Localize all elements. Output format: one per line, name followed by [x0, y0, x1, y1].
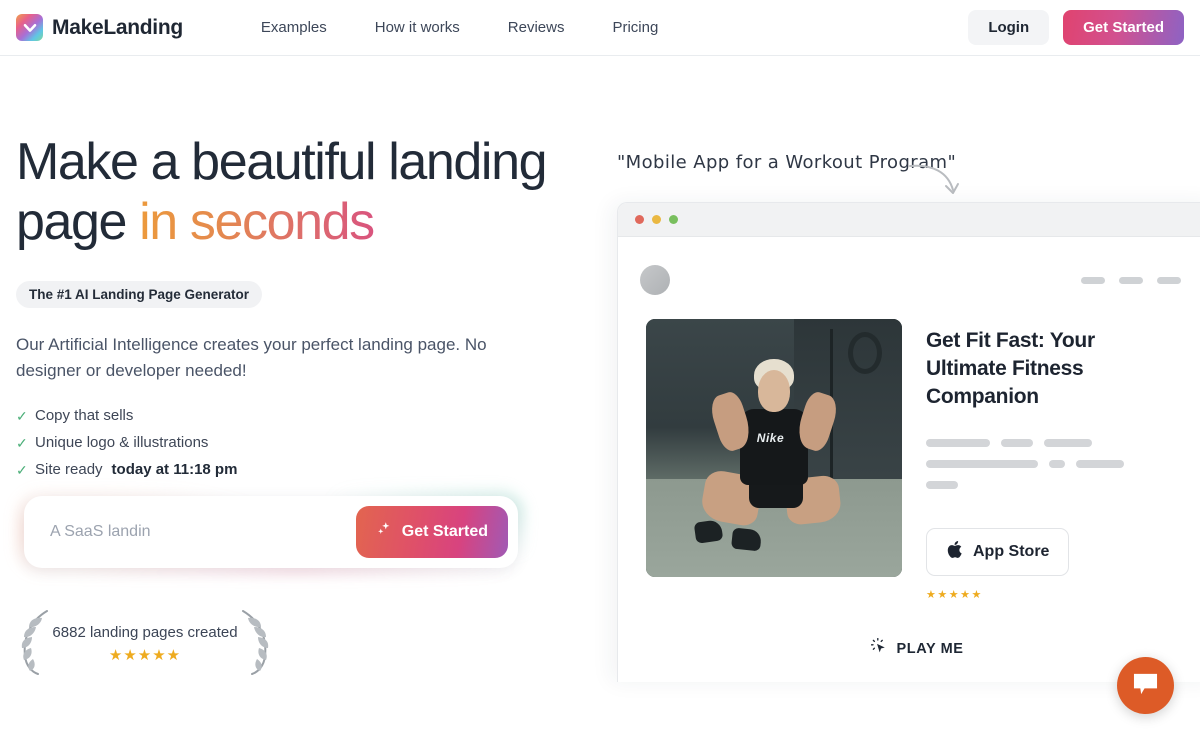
- social-proof-text: 6882 landing pages created ★★★★★: [52, 624, 238, 664]
- skeleton-bar: [926, 460, 1038, 469]
- brand-logo-link[interactable]: MakeLanding: [16, 14, 183, 41]
- login-button[interactable]: Login: [968, 10, 1050, 45]
- chevron-down-logo-icon: [16, 14, 43, 41]
- list-item: ✓ Unique logo & illustrations: [16, 429, 576, 456]
- laurel-left-icon: [16, 608, 52, 681]
- hero-left-column: Make a beautiful landing page in seconds…: [16, 132, 576, 483]
- mockup-titlebar: [618, 203, 1200, 237]
- prompt-form: Get Started: [16, 488, 526, 576]
- sparkles-icon: [376, 521, 393, 543]
- minimize-dot[interactable]: [652, 215, 661, 224]
- status-badge: The #1 AI Landing Page Generator: [16, 280, 263, 308]
- feature-check-list: ✓ Copy that sells ✓ Unique logo & illust…: [16, 402, 576, 483]
- skeleton-bar: [926, 481, 958, 490]
- header-get-started-button[interactable]: Get Started: [1063, 10, 1184, 45]
- chat-bubble-icon: [1132, 672, 1159, 700]
- site-header: MakeLanding Examples How it works Review…: [0, 0, 1200, 56]
- play-me-label: PLAY ME: [896, 640, 964, 657]
- app-rating-stars: ★★★★★: [926, 589, 983, 602]
- click-cursor-icon: [871, 637, 888, 659]
- nav-item-pricing[interactable]: Pricing: [612, 19, 658, 36]
- nav-item-how-it-works[interactable]: How it works: [375, 19, 460, 36]
- list-item-label: Site ready: [35, 461, 103, 479]
- mockup-copy-column: Get Fit Fast: Your Ultimate Fitness Comp…: [926, 319, 1176, 601]
- app-store-button[interactable]: App Store: [926, 528, 1070, 577]
- close-dot[interactable]: [635, 215, 644, 224]
- primary-nav: Examples How it works Reviews Pricing: [261, 19, 658, 36]
- mockup-nav: [618, 251, 1200, 309]
- photo-shoe-right: [731, 527, 763, 552]
- landing-page: MakeLanding Examples How it works Review…: [0, 0, 1200, 737]
- list-item: ✓ Site ready today at 11:18 pm: [16, 456, 576, 483]
- photo-torso: [739, 408, 809, 485]
- rating-stars: ★★★★★: [108, 647, 182, 664]
- nav-item-examples[interactable]: Examples: [261, 19, 327, 36]
- nav-item-reviews[interactable]: Reviews: [508, 19, 565, 36]
- photo-gym-ring: [848, 331, 883, 374]
- browser-mockup: Nike Get Fit Fast: Your Ultimate Fitness…: [617, 202, 1200, 682]
- list-item-label: Copy that sells: [35, 407, 134, 425]
- social-proof: 6882 landing pages created ★★★★★: [16, 608, 276, 680]
- chat-widget-button[interactable]: [1117, 657, 1174, 714]
- check-icon: ✓: [16, 461, 28, 478]
- skeleton-row: [926, 481, 1176, 490]
- skeleton-row: [926, 439, 1176, 448]
- maximize-dot[interactable]: [669, 215, 678, 224]
- laurel-right-icon: [238, 608, 274, 681]
- skeleton-bar: [926, 439, 990, 448]
- play-me-button[interactable]: PLAY ME: [618, 637, 1200, 659]
- mockup-nav-placeholders: [1081, 276, 1181, 284]
- skeleton-row: [926, 460, 1176, 469]
- mockup-headline: Get Fit Fast: Your Ultimate Fitness Comp…: [926, 329, 1095, 409]
- search-input[interactable]: [50, 523, 370, 541]
- apple-icon: [946, 540, 963, 564]
- header-actions: Login Get Started: [968, 10, 1184, 45]
- mockup-skeleton-text: [926, 439, 1176, 490]
- headline-accent: in seconds: [139, 193, 375, 252]
- logo-placeholder-circle: [640, 265, 670, 295]
- mockup-hero: Nike Get Fit Fast: Your Ultimate Fitness…: [618, 309, 1200, 601]
- skeleton-bar: [1044, 439, 1092, 448]
- prompt-input-card: Get Started: [24, 496, 518, 568]
- skeleton-bar: [1076, 460, 1124, 469]
- nav-placeholder-pill: [1119, 276, 1143, 284]
- hero-cta-label: Get Started: [401, 523, 488, 540]
- hero-description: Our Artificial Intelligence creates your…: [16, 334, 487, 380]
- photo-head: [758, 370, 790, 413]
- nav-placeholder-pill: [1157, 276, 1181, 284]
- curved-arrow-icon: [908, 160, 962, 205]
- nav-placeholder-pill: [1081, 276, 1105, 284]
- fitness-photo: Nike: [646, 319, 902, 577]
- brand-name: MakeLanding: [52, 15, 183, 39]
- handwritten-annotation: "Mobile App for a Workout Program": [617, 152, 957, 173]
- hero-get-started-button[interactable]: Get Started: [355, 506, 508, 558]
- page-title: Make a beautiful landing page in seconds: [16, 132, 576, 253]
- landing-pages-count: 6882 landing pages created: [52, 624, 238, 641]
- app-store-label: App Store: [973, 543, 1050, 561]
- list-item-label: Unique logo & illustrations: [35, 434, 209, 452]
- photo-shoe-left: [694, 519, 724, 544]
- skeleton-bar: [1001, 439, 1033, 448]
- photo-brand-text: Nike: [756, 431, 785, 446]
- mockup-viewport: Nike Get Fit Fast: Your Ultimate Fitness…: [618, 251, 1200, 682]
- list-item-highlight: today at 11:18 pm: [111, 461, 238, 479]
- list-item: ✓ Copy that sells: [16, 402, 576, 429]
- check-icon: ✓: [16, 407, 28, 424]
- check-icon: ✓: [16, 434, 28, 451]
- photo-person: Nike: [694, 355, 843, 552]
- skeleton-bar: [1049, 460, 1065, 469]
